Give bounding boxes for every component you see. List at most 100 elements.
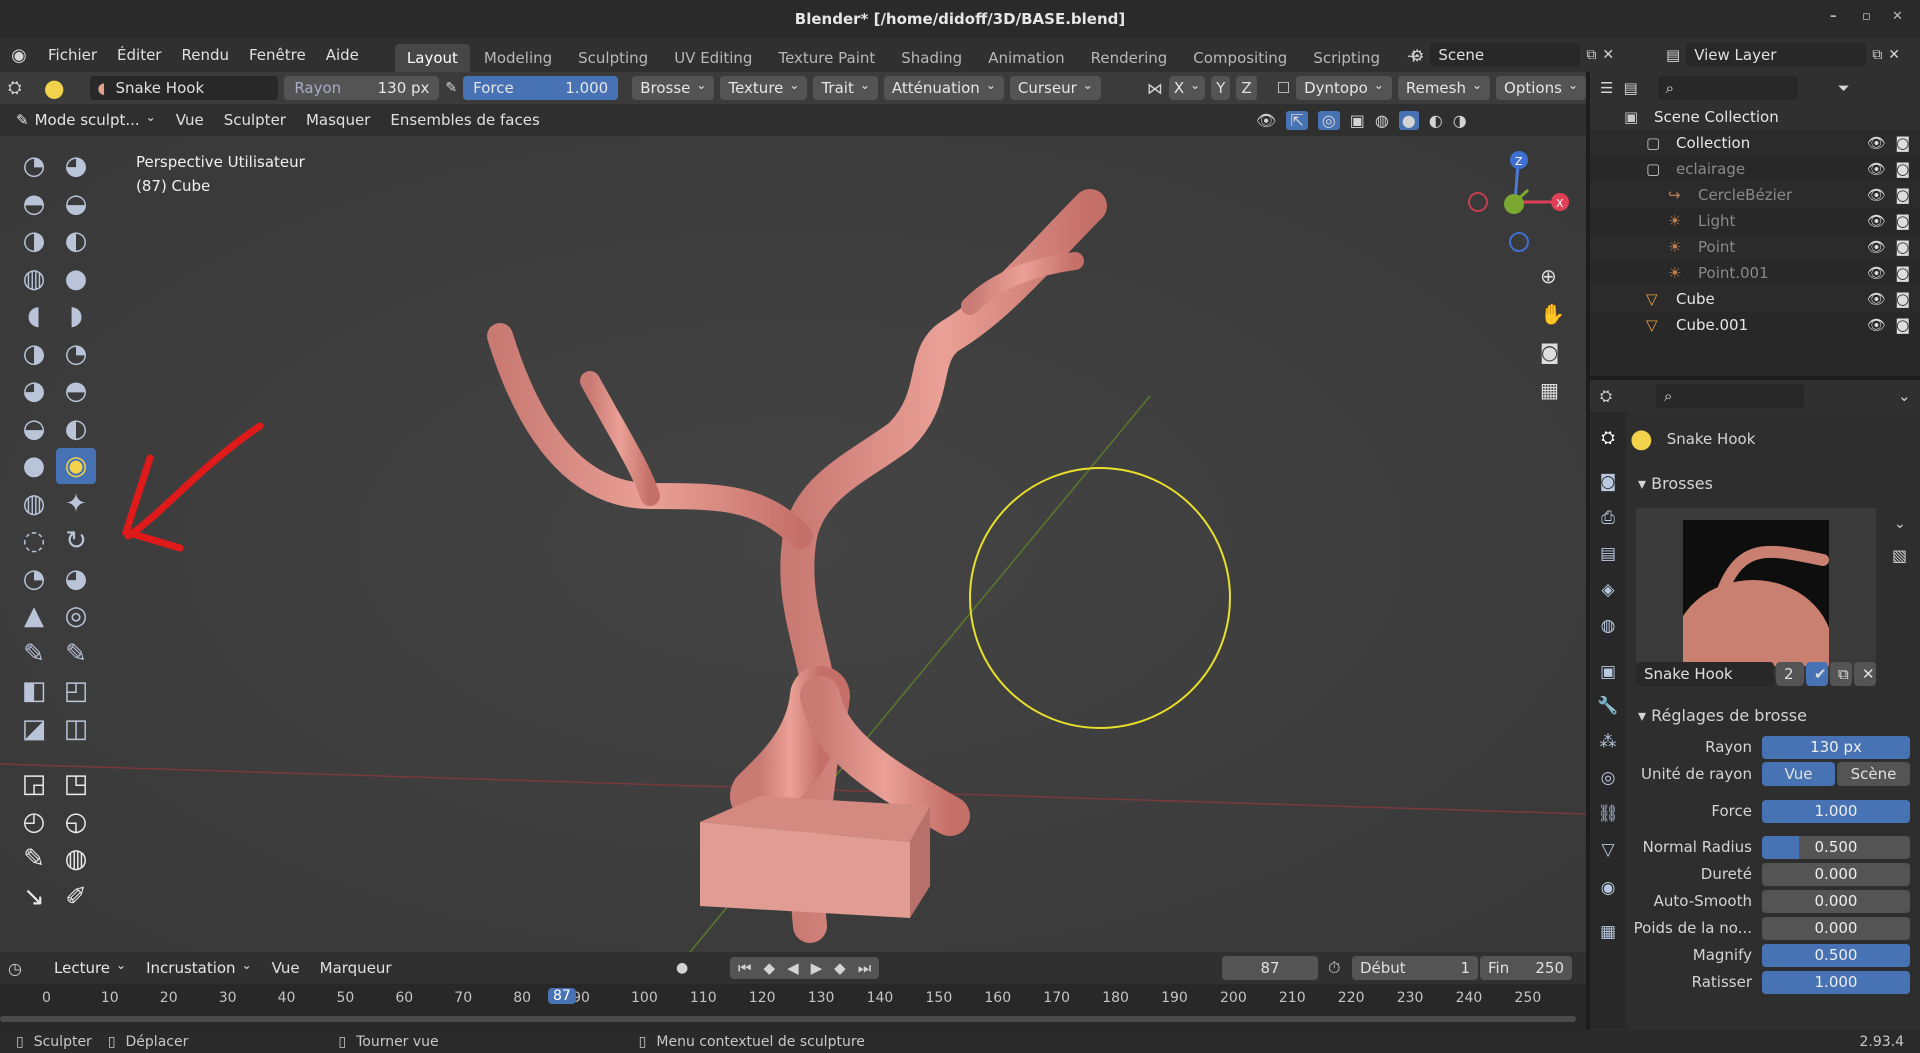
tool-draw-face-sets-icon[interactable]: ✎ [56, 636, 96, 672]
visibility-eye-icon[interactable]: 👁 [1867, 238, 1886, 256]
outliner-row[interactable]: ▣ Scene Collection [1590, 104, 1920, 130]
properties-tab-material-icon[interactable]: ◉ [1596, 876, 1620, 900]
menu-ensembles-faces[interactable]: Ensembles de faces [382, 111, 547, 129]
outliner-row[interactable]: ▢ Collection 👁 ◙ [1590, 130, 1920, 156]
tool-color-filter-icon[interactable]: ◵ [56, 804, 96, 840]
timeline-scrollbar[interactable] [0, 1016, 1576, 1022]
menu-fenetre[interactable]: Fenêtre [239, 46, 316, 64]
scene-field[interactable]: Scene [1430, 43, 1581, 67]
outliner-row[interactable]: ▽ Cube 👁 ◙ [1590, 286, 1920, 312]
axis-y-toggle[interactable]: Y [1211, 76, 1231, 100]
remove-icon[interactable]: ✕ [1888, 47, 1900, 63]
options-menu[interactable]: Options [1496, 76, 1586, 100]
visibility-eye-icon[interactable]: 👁 [1867, 290, 1886, 308]
maximize-icon[interactable]: ▫ [1862, 9, 1871, 24]
tool-cloth-filter-icon[interactable]: ◴ [14, 804, 54, 840]
tool-line-project-icon[interactable]: ◫ [56, 711, 96, 747]
properties-tab-tool-icon[interactable]: ⛭ [1596, 426, 1620, 450]
menu-fichier[interactable]: Fichier [38, 46, 107, 64]
lecture-menu[interactable]: Lecture [46, 956, 134, 980]
tool-annotate-icon[interactable]: ✐ [56, 879, 96, 915]
properties-tab-particles-icon[interactable]: ⁂ [1596, 730, 1620, 754]
display-mode-icon[interactable]: ▤ [1623, 79, 1637, 97]
brush-preview[interactable] [1636, 508, 1876, 678]
duplicate-icon[interactable]: ⧉ [1830, 662, 1852, 686]
radius-slider[interactable]: Rayon 130 px [284, 76, 440, 100]
visibility-eye-icon[interactable]: 👁 [1867, 316, 1886, 334]
outliner-row[interactable]: ☀ Point 👁 ◙ [1590, 234, 1920, 260]
properties-tab-physics-icon[interactable]: ◎ [1596, 766, 1620, 790]
tab-compositing[interactable]: Compositing [1181, 44, 1299, 72]
tool-box-trim-icon[interactable]: ◲ [14, 766, 54, 802]
render-camera-icon[interactable]: ◙ [1895, 316, 1910, 334]
properties-tab-scene-icon[interactable]: ◈ [1596, 578, 1620, 602]
render-camera-icon[interactable]: ◙ [1895, 186, 1910, 204]
tab-rendering[interactable]: Rendering [1079, 44, 1180, 72]
tool-cloth-icon[interactable]: ▲ [14, 598, 54, 634]
end-frame-field[interactable]: Fin 250 [1480, 956, 1572, 980]
setting-slider[interactable]: 0.500 [1762, 835, 1910, 859]
properties-search-field[interactable]: ⌕ [1656, 384, 1805, 408]
setting-slider[interactable]: 0.000 [1762, 916, 1910, 940]
radius-unit-option[interactable]: Scène [1837, 762, 1910, 786]
remove-icon[interactable]: ✕ [1602, 47, 1614, 63]
base-cube[interactable] [700, 796, 930, 918]
render-camera-icon[interactable]: ◙ [1895, 290, 1910, 308]
editor-type-icon[interactable]: ⛭ [8, 78, 38, 98]
tool-mesh-filter-icon[interactable]: ◳ [56, 766, 96, 802]
minimize-icon[interactable]: – [1830, 9, 1837, 24]
brush-name-field[interactable]: ◖ Snake Hook [89, 76, 279, 100]
tab-texture-paint[interactable]: Texture Paint [766, 44, 887, 72]
chevron-down-icon[interactable]: ⌄ [1898, 387, 1911, 405]
tool-inflate-icon[interactable]: ◍ [14, 261, 54, 297]
properties-tab-object-icon[interactable]: ▣ [1596, 660, 1620, 684]
tool-thumb-icon[interactable]: ◍ [14, 486, 54, 522]
outliner-row[interactable]: ↪ CercleBézier 👁 ◙ [1590, 182, 1920, 208]
overlay-icon[interactable]: ◎ [1317, 110, 1340, 130]
menu-rendu[interactable]: Rendu [171, 46, 239, 64]
chevron-down-icon[interactable]: ⌄ [1894, 516, 1906, 532]
tool-blob-icon[interactable]: ● [56, 261, 96, 297]
menu-vue[interactable]: Vue [168, 111, 212, 129]
tool-box-face-set-icon[interactable]: ◪ [14, 711, 54, 747]
tool-crease-icon[interactable]: ◖ [14, 298, 54, 334]
visibility-eye-icon[interactable]: 👁 [1867, 134, 1886, 152]
tool-rotate-icon[interactable]: ↻ [56, 523, 96, 559]
section-settings-header[interactable]: ▾ Réglages de brosse [1638, 706, 1807, 725]
outliner-search-field[interactable]: ⌕ [1657, 76, 1798, 100]
tool-multiplane-scrape-icon[interactable]: ◓ [56, 373, 96, 409]
current-frame-field[interactable]: 87 [1222, 956, 1318, 980]
menu-aide[interactable]: Aide [316, 46, 369, 64]
render-camera-icon[interactable]: ◙ [1895, 134, 1910, 152]
tool-box-mask-icon[interactable]: ◧ [14, 673, 54, 709]
axis-z-toggle[interactable]: Z [1236, 76, 1257, 100]
timeline-ruler[interactable]: 0 10 20 30 40 50 60 70 80 90 100 110 120 130 140 150 160… [0, 984, 1586, 1030]
tool-pinch-icon[interactable]: ◒ [14, 411, 54, 447]
prev-key-icon[interactable]: ◆ [764, 959, 776, 977]
active-brush-icon[interactable]: ● [44, 74, 84, 102]
timeline-editor-icon[interactable]: ◷ [8, 959, 42, 978]
perspective-grid-icon[interactable]: ▦ [1540, 378, 1565, 402]
remesh-menu[interactable]: Remesh [1397, 76, 1491, 100]
strength-slider[interactable]: Force 1.000 [463, 76, 619, 100]
incrustation-menu[interactable]: Incrustation [138, 956, 260, 980]
tool-mask-by-color-icon[interactable]: ◍ [56, 841, 96, 877]
tool-layer-icon[interactable]: ◐ [56, 223, 96, 259]
tab-modeling[interactable]: Modeling [472, 44, 564, 72]
mode-selector[interactable]: ✎ Mode sculpt... [8, 108, 164, 132]
zoom-icon[interactable]: ⊕ [1540, 264, 1565, 288]
tool-clay-strips-icon[interactable]: ◒ [56, 186, 96, 222]
camera-icon[interactable]: ◙ [1540, 340, 1565, 364]
section-brushes-header[interactable]: ▾ Brosses [1638, 474, 1713, 493]
scene-icon[interactable]: ⚙ [1410, 46, 1424, 65]
tool-pose-icon[interactable]: ✦ [56, 486, 96, 522]
tool-clay-thumb-icon[interactable]: ◑ [14, 223, 54, 259]
jump-start-icon[interactable]: ⏮ [738, 959, 752, 977]
outliner-row[interactable]: ▢ eclairage 👁 ◙ [1590, 156, 1920, 182]
properties-tab-world-icon[interactable]: ◍ [1596, 614, 1620, 638]
tool-smooth-icon[interactable]: ◗ [56, 298, 96, 334]
tool-scrape-icon[interactable]: ◕ [14, 373, 54, 409]
symmetry-icon[interactable]: ⋈ [1147, 79, 1163, 98]
fake-user-icon[interactable]: ✔ [1806, 662, 1828, 686]
visibility-icon[interactable]: 👁 [1256, 111, 1276, 130]
